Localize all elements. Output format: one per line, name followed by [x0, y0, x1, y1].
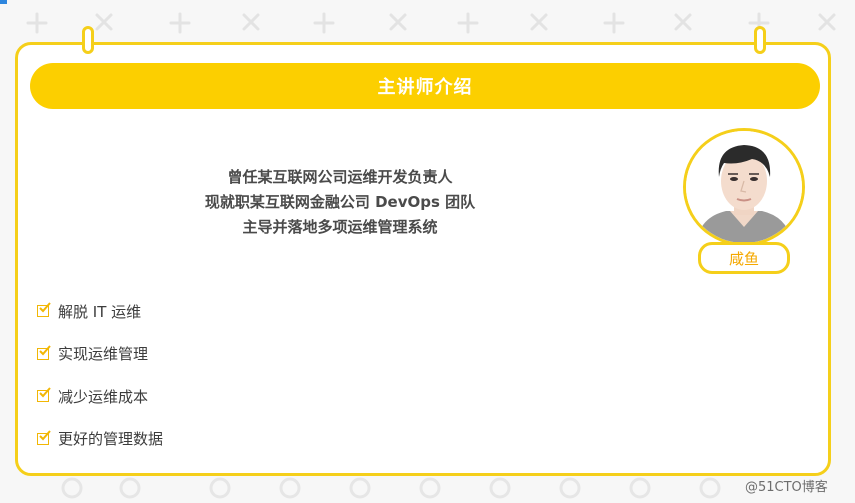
watermark: @51CTO博客: [745, 480, 828, 495]
list-item-label: 实现运维管理: [58, 345, 149, 363]
bio-line: 主导并落地多项运维管理系统: [242, 218, 438, 236]
instructor-name: 咸鱼: [728, 249, 759, 268]
list-item-label: 解脱 IT 运维: [58, 302, 142, 321]
checkbox-icon: [37, 302, 51, 317]
instructor-bio: 曾任某互联网公司运维开发负责人 现就职某互联网金融公司 DevOps 团队 主导…: [150, 165, 530, 240]
benefit-list: 解脱 IT 运维 实现运维管理 减少运维成本 更好的管理数据: [37, 300, 163, 470]
background-pattern-top: [26, 12, 836, 34]
list-item-label: 减少运维成本: [58, 387, 149, 406]
list-item-label: 更好的管理数据: [58, 430, 164, 448]
checkbox-icon: [37, 344, 51, 360]
section-header: 主讲师介绍: [30, 63, 820, 109]
bio-line: 现就职某互联网金融公司 DevOps 团队: [204, 193, 476, 211]
binder-ring-right: [754, 26, 766, 54]
instructor-name-badge: 咸鱼: [698, 242, 790, 274]
bio-line: 曾任某互联网公司运维开发负责人: [227, 168, 453, 186]
section-title: 主讲师介绍: [377, 77, 473, 98]
instructor-avatar: [683, 128, 805, 246]
checkbox-icon: [37, 429, 51, 445]
list-item: 实现运维管理: [37, 343, 163, 365]
portrait-image: [686, 131, 802, 243]
list-item: 解脱 IT 运维: [37, 300, 163, 322]
binder-ring-left: [82, 26, 94, 54]
list-item: 更好的管理数据: [37, 428, 163, 450]
list-item: 减少运维成本: [37, 385, 163, 407]
corner-mark: [0, 0, 7, 4]
checkbox-icon: [37, 387, 51, 402]
